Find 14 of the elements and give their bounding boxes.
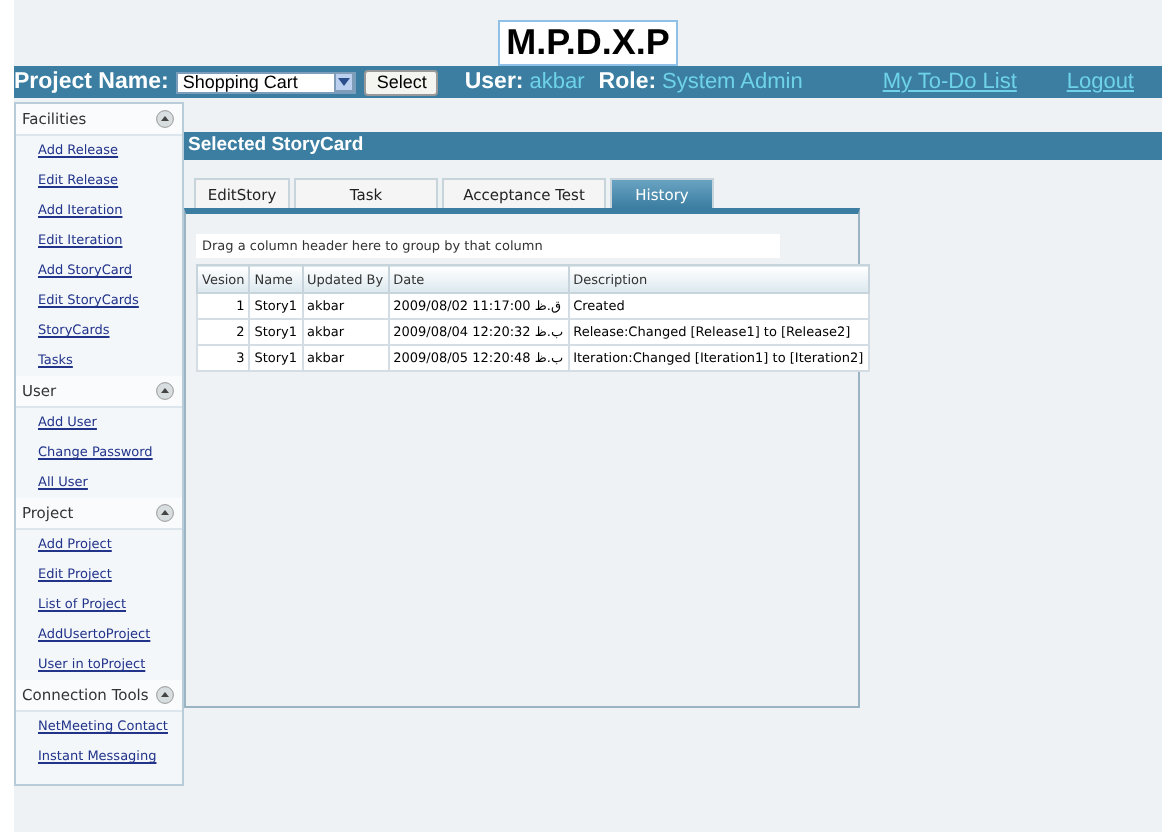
section-title: Selected StoryCard: [184, 132, 1162, 160]
project-dropdown[interactable]: Shopping Cart: [176, 71, 357, 93]
collapse-icon[interactable]: [156, 504, 174, 522]
role-name: System Admin: [662, 70, 803, 94]
project-label: Project Name:: [14, 70, 169, 94]
collapse-icon[interactable]: [156, 382, 174, 400]
user-name: akbar: [529, 70, 585, 94]
collapse-icon[interactable]: [156, 686, 174, 704]
role-label: Role:: [598, 70, 657, 94]
user-label: User:: [464, 70, 524, 94]
caret-icon: [334, 72, 355, 92]
select-button[interactable]: Select: [364, 69, 439, 95]
app-title: M.P.D.X.P: [498, 20, 678, 66]
collapse-icon[interactable]: [156, 110, 174, 128]
